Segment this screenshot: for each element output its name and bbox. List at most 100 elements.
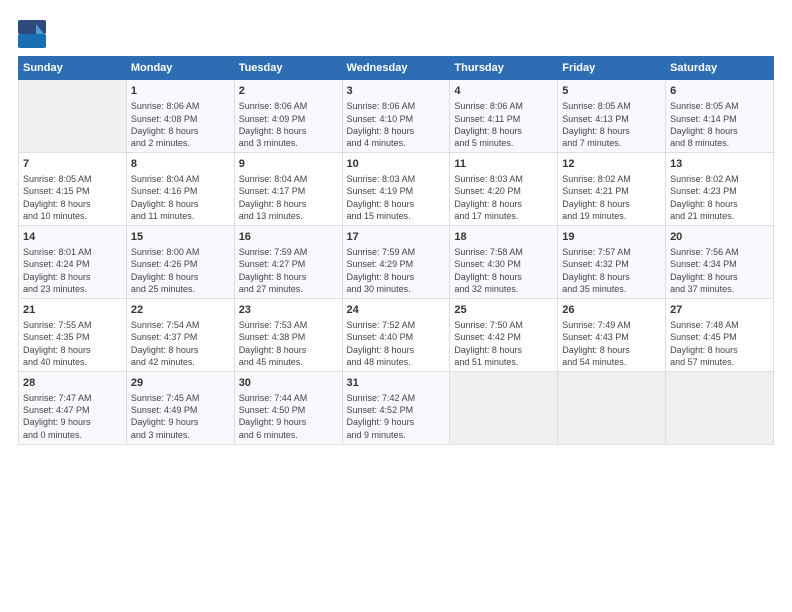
daylight-text: Daylight: 9 hours bbox=[23, 416, 122, 428]
day-number: 14 bbox=[23, 230, 122, 245]
sunset-text: Sunset: 4:27 PM bbox=[239, 258, 338, 270]
sunset-text: Sunset: 4:17 PM bbox=[239, 185, 338, 197]
sunset-text: Sunset: 4:40 PM bbox=[347, 331, 446, 343]
sunrise-text: Sunrise: 7:44 AM bbox=[239, 392, 338, 404]
daylight-text-2: and 57 minutes. bbox=[670, 356, 769, 368]
daylight-text: Daylight: 8 hours bbox=[239, 198, 338, 210]
day-number: 4 bbox=[454, 84, 553, 99]
sunrise-text: Sunrise: 7:53 AM bbox=[239, 319, 338, 331]
day-cell: 7Sunrise: 8:05 AMSunset: 4:15 PMDaylight… bbox=[19, 152, 127, 225]
sunset-text: Sunset: 4:42 PM bbox=[454, 331, 553, 343]
day-cell: 9Sunrise: 8:04 AMSunset: 4:17 PMDaylight… bbox=[234, 152, 342, 225]
sunset-text: Sunset: 4:49 PM bbox=[131, 404, 230, 416]
sunrise-text: Sunrise: 8:05 AM bbox=[562, 100, 661, 112]
sunset-text: Sunset: 4:45 PM bbox=[670, 331, 769, 343]
daylight-text-2: and 32 minutes. bbox=[454, 283, 553, 295]
sunset-text: Sunset: 4:16 PM bbox=[131, 185, 230, 197]
sunset-text: Sunset: 4:29 PM bbox=[347, 258, 446, 270]
sunrise-text: Sunrise: 8:02 AM bbox=[670, 173, 769, 185]
day-cell: 31Sunrise: 7:42 AMSunset: 4:52 PMDayligh… bbox=[342, 371, 450, 444]
sunset-text: Sunset: 4:23 PM bbox=[670, 185, 769, 197]
day-cell: 1Sunrise: 8:06 AMSunset: 4:08 PMDaylight… bbox=[126, 80, 234, 153]
sunset-text: Sunset: 4:35 PM bbox=[23, 331, 122, 343]
sunset-text: Sunset: 4:47 PM bbox=[23, 404, 122, 416]
sunset-text: Sunset: 4:10 PM bbox=[347, 113, 446, 125]
sunset-text: Sunset: 4:14 PM bbox=[670, 113, 769, 125]
sunset-text: Sunset: 4:26 PM bbox=[131, 258, 230, 270]
sunrise-text: Sunrise: 7:56 AM bbox=[670, 246, 769, 258]
daylight-text: Daylight: 8 hours bbox=[131, 344, 230, 356]
week-row-4: 21Sunrise: 7:55 AMSunset: 4:35 PMDayligh… bbox=[19, 298, 774, 371]
daylight-text-2: and 6 minutes. bbox=[239, 429, 338, 441]
day-cell: 26Sunrise: 7:49 AMSunset: 4:43 PMDayligh… bbox=[558, 298, 666, 371]
daylight-text-2: and 21 minutes. bbox=[670, 210, 769, 222]
calendar-header-row: SundayMondayTuesdayWednesdayThursdayFrid… bbox=[19, 57, 774, 80]
day-cell: 3Sunrise: 8:06 AMSunset: 4:10 PMDaylight… bbox=[342, 80, 450, 153]
day-number: 29 bbox=[131, 376, 230, 391]
daylight-text: Daylight: 9 hours bbox=[347, 416, 446, 428]
sunset-text: Sunset: 4:24 PM bbox=[23, 258, 122, 270]
daylight-text-2: and 42 minutes. bbox=[131, 356, 230, 368]
day-number: 10 bbox=[347, 157, 446, 172]
header-cell-saturday: Saturday bbox=[666, 57, 774, 80]
sunrise-text: Sunrise: 7:47 AM bbox=[23, 392, 122, 404]
day-cell bbox=[450, 371, 558, 444]
day-cell: 23Sunrise: 7:53 AMSunset: 4:38 PMDayligh… bbox=[234, 298, 342, 371]
daylight-text: Daylight: 8 hours bbox=[670, 344, 769, 356]
day-number: 28 bbox=[23, 376, 122, 391]
daylight-text-2: and 54 minutes. bbox=[562, 356, 661, 368]
daylight-text-2: and 40 minutes. bbox=[23, 356, 122, 368]
daylight-text-2: and 37 minutes. bbox=[670, 283, 769, 295]
daylight-text: Daylight: 8 hours bbox=[562, 271, 661, 283]
calendar-table: SundayMondayTuesdayWednesdayThursdayFrid… bbox=[18, 56, 774, 445]
day-cell bbox=[666, 371, 774, 444]
sunrise-text: Sunrise: 8:03 AM bbox=[454, 173, 553, 185]
sunset-text: Sunset: 4:30 PM bbox=[454, 258, 553, 270]
sunset-text: Sunset: 4:32 PM bbox=[562, 258, 661, 270]
day-cell bbox=[558, 371, 666, 444]
day-cell: 21Sunrise: 7:55 AMSunset: 4:35 PMDayligh… bbox=[19, 298, 127, 371]
header-cell-wednesday: Wednesday bbox=[342, 57, 450, 80]
daylight-text-2: and 19 minutes. bbox=[562, 210, 661, 222]
day-number: 30 bbox=[239, 376, 338, 391]
daylight-text: Daylight: 8 hours bbox=[562, 125, 661, 137]
header-cell-monday: Monday bbox=[126, 57, 234, 80]
day-cell: 11Sunrise: 8:03 AMSunset: 4:20 PMDayligh… bbox=[450, 152, 558, 225]
day-cell: 14Sunrise: 8:01 AMSunset: 4:24 PMDayligh… bbox=[19, 225, 127, 298]
day-number: 25 bbox=[454, 303, 553, 318]
daylight-text: Daylight: 8 hours bbox=[670, 271, 769, 283]
day-number: 19 bbox=[562, 230, 661, 245]
sunrise-text: Sunrise: 8:00 AM bbox=[131, 246, 230, 258]
sunset-text: Sunset: 4:09 PM bbox=[239, 113, 338, 125]
day-number: 1 bbox=[131, 84, 230, 99]
day-cell: 8Sunrise: 8:04 AMSunset: 4:16 PMDaylight… bbox=[126, 152, 234, 225]
sunrise-text: Sunrise: 8:04 AM bbox=[131, 173, 230, 185]
daylight-text: Daylight: 9 hours bbox=[131, 416, 230, 428]
day-number: 7 bbox=[23, 157, 122, 172]
daylight-text-2: and 5 minutes. bbox=[454, 137, 553, 149]
sunrise-text: Sunrise: 7:54 AM bbox=[131, 319, 230, 331]
daylight-text-2: and 3 minutes. bbox=[131, 429, 230, 441]
daylight-text-2: and 7 minutes. bbox=[562, 137, 661, 149]
day-number: 20 bbox=[670, 230, 769, 245]
logo bbox=[18, 20, 48, 48]
daylight-text-2: and 4 minutes. bbox=[347, 137, 446, 149]
daylight-text: Daylight: 8 hours bbox=[131, 125, 230, 137]
daylight-text: Daylight: 8 hours bbox=[454, 125, 553, 137]
daylight-text: Daylight: 8 hours bbox=[131, 271, 230, 283]
sunrise-text: Sunrise: 7:59 AM bbox=[239, 246, 338, 258]
sunrise-text: Sunrise: 8:06 AM bbox=[454, 100, 553, 112]
week-row-5: 28Sunrise: 7:47 AMSunset: 4:47 PMDayligh… bbox=[19, 371, 774, 444]
daylight-text-2: and 8 minutes. bbox=[670, 137, 769, 149]
daylight-text-2: and 15 minutes. bbox=[347, 210, 446, 222]
day-cell: 5Sunrise: 8:05 AMSunset: 4:13 PMDaylight… bbox=[558, 80, 666, 153]
daylight-text: Daylight: 8 hours bbox=[670, 198, 769, 210]
header-cell-thursday: Thursday bbox=[450, 57, 558, 80]
daylight-text-2: and 27 minutes. bbox=[239, 283, 338, 295]
day-cell: 12Sunrise: 8:02 AMSunset: 4:21 PMDayligh… bbox=[558, 152, 666, 225]
day-cell: 27Sunrise: 7:48 AMSunset: 4:45 PMDayligh… bbox=[666, 298, 774, 371]
day-number: 24 bbox=[347, 303, 446, 318]
day-number: 22 bbox=[131, 303, 230, 318]
header-cell-friday: Friday bbox=[558, 57, 666, 80]
daylight-text-2: and 0 minutes. bbox=[23, 429, 122, 441]
